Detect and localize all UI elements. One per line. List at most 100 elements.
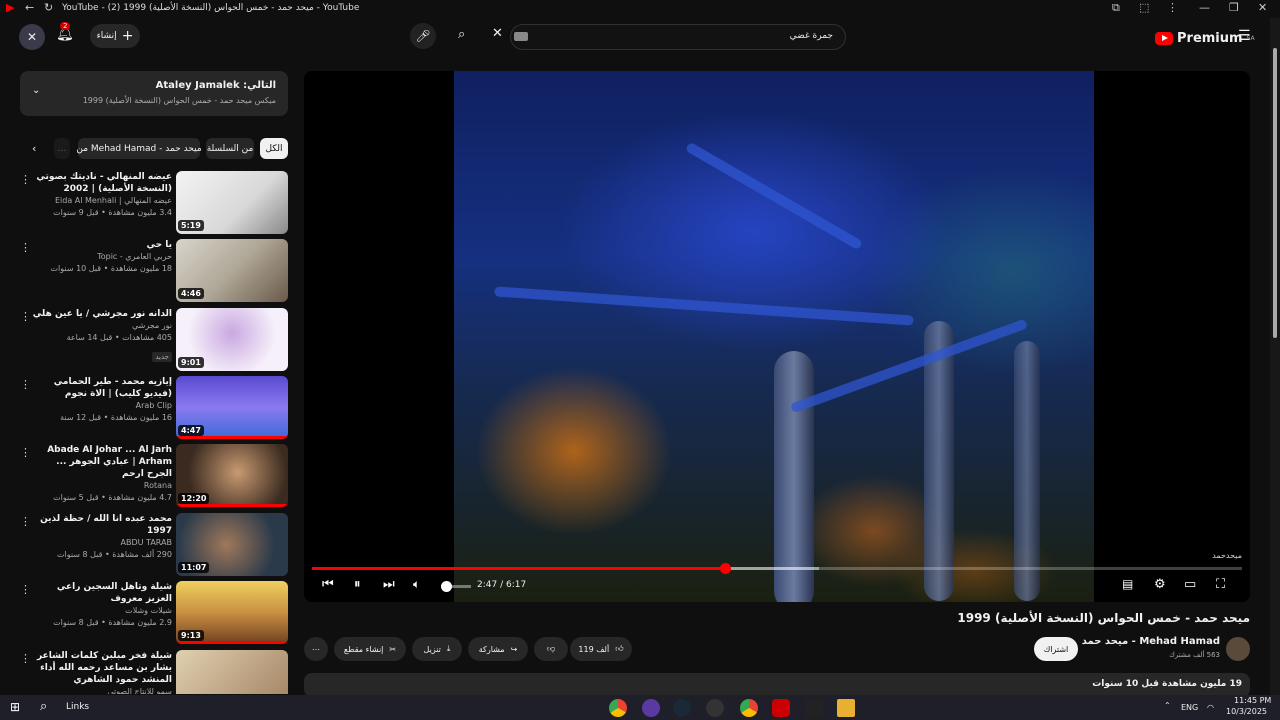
pause-icon[interactable]: ⏸︎ — [354, 577, 361, 592]
list-item[interactable]: ⋮ الدانه نور مجرشي / يا عين هلي نور مجرشي… — [14, 308, 290, 372]
avatar[interactable]: ✕ — [19, 24, 45, 50]
channel-name: Arab Clip — [135, 401, 172, 410]
windows-start-icon[interactable]: ⊞ — [10, 700, 20, 714]
video-player[interactable]: ميحدحمد ⏮︎ ⏸︎ ⏭︎ 🔈︎ 2:47 / 6:17 ▤ ⚙︎ ▭ ⛶ — [304, 71, 1250, 602]
chrome-icon[interactable] — [740, 699, 758, 717]
chip-from-channel[interactable]: من Mehad Hamad - ميحد حمد — [76, 138, 202, 159]
volume-knob[interactable] — [441, 581, 452, 592]
tree-trunk — [1014, 341, 1040, 601]
share-button[interactable]: مشاركة ↪ — [468, 637, 528, 661]
tray-chevron-icon[interactable]: ⌃ — [1164, 701, 1171, 710]
video-thumbnail[interactable]: 12:20 — [176, 444, 288, 507]
chip-from-series[interactable]: من السلسلة — [206, 138, 254, 159]
scrollbar-thumb[interactable] — [1273, 48, 1277, 338]
list-item[interactable]: ⋮ شيلة وتاهل السجين راعي العزيز معروف شيل… — [14, 581, 290, 645]
clock-time[interactable]: 11:45 PM — [1234, 696, 1271, 705]
list-item[interactable]: ⋮ يا حي حربي العامري - Topic 18 مليون مشاه… — [14, 239, 290, 303]
text-selection — [514, 32, 528, 41]
app-icon[interactable] — [642, 699, 660, 717]
more-options-icon[interactable]: ⋮ — [20, 652, 31, 665]
volume-slider[interactable] — [441, 581, 471, 592]
more-options-icon[interactable]: ⋮ — [20, 446, 31, 459]
wifi-icon[interactable]: ◠ — [1207, 703, 1214, 712]
video-thumbnail[interactable]: 5:19 — [176, 171, 288, 234]
video-frame[interactable] — [454, 71, 1094, 602]
chevron-left-icon[interactable]: ‹ — [32, 142, 36, 155]
menu-icon[interactable]: ⋮ — [1167, 1, 1178, 14]
download-button[interactable]: تنزيل ⤓ — [412, 637, 462, 661]
epic-games-icon[interactable] — [805, 699, 823, 717]
list-item[interactable]: ⋮ Abade Al Johar ... Al Jarh Arham | عبا… — [14, 444, 290, 508]
steam-icon[interactable] — [673, 699, 691, 717]
app-icon[interactable] — [706, 699, 724, 717]
video-thumbnail[interactable]: 11:07 — [176, 513, 288, 576]
video-thumbnail[interactable]: 9:13 — [176, 581, 288, 644]
tree-branch — [494, 286, 914, 326]
create-button[interactable]: إنشاء + — [90, 24, 140, 48]
channel-watermark: ميحدحمد — [1212, 551, 1242, 560]
list-item[interactable]: ⋮ عيضه المنهالي - ناديتك بصوتي (النسخة ا… — [14, 171, 290, 235]
description-box[interactable]: 19 مليون مشاهدة قبل 10 سنوات — [304, 673, 1250, 697]
more-options-icon[interactable]: ⋮ — [20, 310, 31, 323]
duration-badge: 4:47 — [178, 425, 204, 436]
hamburger-menu-icon[interactable]: ☰ — [1238, 28, 1251, 44]
more-options-icon[interactable]: ⋮ — [20, 515, 31, 528]
video-thumbnail[interactable]: 4:47 — [176, 376, 288, 439]
translate-icon[interactable]: ⧉ — [1112, 1, 1120, 15]
search-input[interactable]: جمرة غضي — [510, 24, 846, 50]
chevron-down-icon[interactable]: ⌄ — [32, 85, 40, 96]
back-icon[interactable]: ← — [25, 1, 34, 14]
duration-badge: 4:46 — [178, 288, 204, 299]
chip-all[interactable]: الكل — [260, 138, 288, 159]
more-options-icon[interactable]: ⋮ — [20, 173, 31, 186]
more-options-icon[interactable]: ⋮ — [20, 378, 31, 391]
search-icon[interactable]: ⌕ — [458, 27, 465, 42]
theater-mode-icon[interactable]: ▭ — [1184, 577, 1196, 592]
chip-overflow[interactable]: … — [54, 138, 70, 159]
list-item[interactable]: ⋮ إيازيه محمد - طير الحمامي (فيديو كليب)… — [14, 376, 290, 440]
channel-name: حربي العامري - Topic — [97, 252, 172, 261]
next-icon[interactable]: ⏭︎ — [383, 577, 395, 592]
tree-trunk — [774, 351, 814, 602]
settings-gear-icon[interactable]: ⚙︎ — [1154, 577, 1166, 592]
maximize-icon[interactable]: ❐ — [1229, 1, 1239, 14]
progress-bar[interactable] — [312, 563, 1242, 574]
close-icon[interactable]: ✕ — [1258, 1, 1267, 14]
reload-icon[interactable]: ↻ — [44, 1, 53, 14]
youtube-app-icon[interactable] — [772, 699, 790, 717]
language-indicator[interactable]: ENG — [1181, 703, 1198, 712]
chrome-icon[interactable] — [609, 699, 627, 717]
subscribe-button[interactable]: اشتراك — [1034, 637, 1078, 661]
minimize-icon[interactable]: — — [1199, 1, 1210, 14]
dislike-button[interactable]: 👎︎ — [534, 637, 568, 661]
clip-button[interactable]: إنشاء مقطع ✂ — [334, 637, 406, 661]
channel-name[interactable]: Mehad Hamad - ميحد حمد — [1080, 636, 1220, 647]
file-explorer-icon[interactable] — [837, 699, 855, 717]
clear-search-icon[interactable]: ✕ — [492, 26, 503, 41]
clock-date[interactable]: 10/3/2025 — [1226, 707, 1267, 716]
youtube-play-icon — [1155, 31, 1173, 45]
up-next-panel[interactable]: ⌄ التالي: Ataley Jamalek ميكس ميحد حمد -… — [20, 71, 288, 116]
more-options-icon[interactable]: ⋮ — [20, 583, 31, 596]
video-thumbnail[interactable] — [176, 650, 288, 694]
video-title: يا حي — [146, 240, 172, 250]
links-toolbar[interactable]: Links — [66, 702, 89, 712]
page-scrollbar[interactable] — [1270, 18, 1280, 695]
list-item[interactable]: ⋮ محمد عبده انا الله / حظة لذين 1997 ABDU… — [14, 513, 290, 577]
scrubber-knob[interactable] — [719, 563, 731, 574]
duration-badge: 12:20 — [178, 493, 210, 504]
more-options-icon[interactable]: ⋮ — [20, 241, 31, 254]
list-item[interactable]: ⋮ شيلة فخر مبلبن كلمات الشاعر بشار بن مس… — [14, 650, 290, 694]
like-button[interactable]: 119 ألف 👍︎ — [570, 637, 632, 661]
search-icon[interactable]: ⌕ — [40, 699, 47, 714]
voice-search-button[interactable]: 🎤︎ — [410, 23, 436, 49]
fullscreen-icon[interactable]: ⛶ — [1216, 577, 1225, 592]
previous-icon[interactable]: ⏮︎ — [322, 577, 334, 592]
video-thumbnail[interactable]: 4:46 — [176, 239, 288, 302]
channel-avatar[interactable] — [1226, 637, 1250, 661]
video-thumbnail[interactable]: 9:01 — [176, 308, 288, 371]
extensions-icon[interactable]: ⬚ — [1139, 1, 1149, 14]
subtitles-icon[interactable]: ▤ — [1122, 577, 1133, 591]
volume-icon[interactable]: 🔈︎ — [413, 577, 420, 592]
more-actions-button[interactable]: ⋯ — [304, 637, 328, 661]
